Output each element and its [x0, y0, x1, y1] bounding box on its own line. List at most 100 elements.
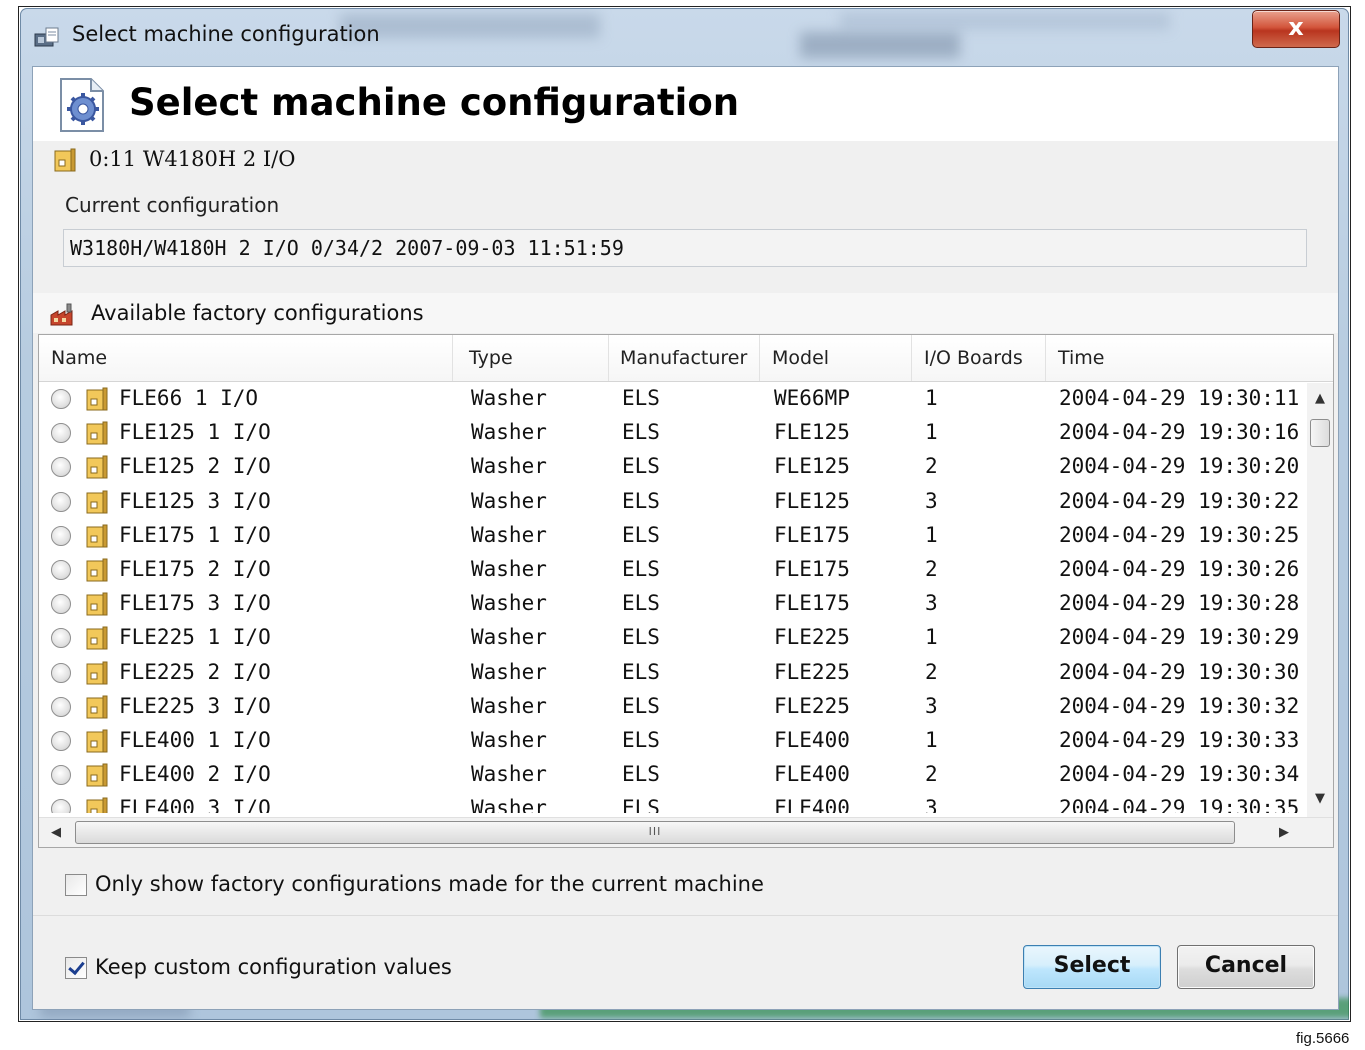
select-button[interactable]: Select — [1023, 945, 1161, 989]
dialog-window: Select machine configuration x Select ma… — [20, 8, 1349, 1020]
row-radio-button[interactable] — [51, 799, 71, 813]
cell-io-boards: 1 — [925, 625, 938, 650]
cell-name: FLE400 2 I/O — [119, 762, 271, 787]
close-button[interactable]: x — [1252, 10, 1340, 48]
cancel-button[interactable]: Cancel — [1177, 945, 1315, 989]
cell-time: 2004-04-29 19:30:32 — [1059, 693, 1300, 718]
table-row[interactable]: FLE400 3 I/O Washer ELS FLE400 3 2004-04-29 1… — [39, 793, 1307, 813]
cell-name: FLE225 2 I/O — [119, 659, 271, 684]
scroll-down-arrow-icon[interactable]: ▼ — [1307, 787, 1333, 811]
row-radio-button[interactable] — [51, 423, 71, 444]
column-header-model[interactable]: Model — [760, 335, 912, 381]
cell-type: Washer — [471, 454, 547, 479]
table-row[interactable]: FLE400 2 I/O Washer ELS FLE400 2 2004-04-29 1… — [39, 759, 1307, 793]
available-configs-label: Available factory configurations — [91, 301, 424, 325]
column-header-type[interactable]: Type — [457, 335, 609, 381]
cell-manufacturer: ELS — [622, 557, 660, 581]
machine-box-icon — [86, 387, 108, 411]
cell-model: FLE125 — [774, 420, 850, 445]
cell-model: FLE400 — [774, 728, 850, 752]
scroll-left-arrow-icon[interactable]: ◀ — [43, 818, 69, 847]
cell-io-boards: 3 — [925, 693, 938, 718]
column-header-manufacturer[interactable]: Manufacturer — [608, 335, 760, 381]
row-radio-button[interactable] — [51, 594, 71, 615]
vertical-scrollbar[interactable]: ▲ ▼ — [1307, 383, 1333, 817]
column-header-name[interactable]: Name — [39, 335, 453, 381]
horizontal-scroll-thumb[interactable]: III — [75, 821, 1235, 844]
table-row[interactable]: FLE225 3 I/O Washer ELS FLE225 3 2004-04-29 1… — [39, 691, 1307, 725]
vertical-scroll-thumb[interactable] — [1310, 419, 1330, 447]
table-row[interactable]: FLE175 1 I/O Washer ELS FLE175 1 2004-04-29 1… — [39, 520, 1307, 554]
machine-box-icon — [86, 797, 108, 813]
row-radio-button[interactable] — [51, 491, 71, 512]
machine-box-icon — [86, 729, 108, 753]
cell-name: FLE175 2 I/O — [119, 557, 271, 581]
row-radio-button[interactable] — [51, 389, 71, 409]
separator — [33, 915, 1338, 916]
cell-time: 2004-04-29 19:30:26 — [1059, 557, 1300, 581]
dialog-heading: Select machine configuration — [129, 81, 740, 124]
cell-type: Washer — [471, 386, 547, 410]
keep-custom-checkbox[interactable] — [65, 957, 87, 979]
scroll-up-arrow-icon[interactable]: ▲ — [1307, 387, 1333, 411]
row-radio-button[interactable] — [51, 765, 71, 786]
factory-config-list[interactable]: Name Type Manufacturer Model I/O Boards … — [38, 334, 1334, 848]
cell-model: FLE175 — [774, 522, 850, 547]
list-header: Name Type Manufacturer Model I/O Boards … — [39, 335, 1333, 382]
header-band: Select machine configuration — [33, 67, 1338, 141]
row-radio-button[interactable] — [51, 560, 71, 580]
table-row[interactable]: FLE175 2 I/O Washer ELS FLE175 2 2004-04-29 1… — [39, 554, 1307, 588]
machine-box-icon — [86, 661, 108, 685]
cell-manufacturer: ELS — [622, 522, 660, 547]
cell-manufacturer: ELS — [622, 625, 660, 650]
cell-manufacturer: ELS — [622, 454, 660, 479]
column-header-time[interactable]: Time — [1046, 335, 1333, 381]
cell-io-boards: 3 — [925, 488, 938, 513]
current-config-field[interactable]: W3180H/W4180H 2 I/O 0/34/2 2007-09-03 11… — [63, 229, 1307, 267]
table-row[interactable]: FLE125 3 I/O Washer ELS FLE125 3 2004-04-29 1… — [39, 486, 1307, 520]
only-current-checkbox[interactable] — [65, 874, 87, 896]
table-row[interactable]: FLE125 2 I/O Washer ELS FLE125 2 2004-04-29 1… — [39, 451, 1307, 485]
cell-manufacturer: ELS — [622, 728, 660, 752]
list-rows: FLE66 1 I/O Washer ELS WE66MP 1 2004-04-29 19… — [39, 383, 1307, 813]
table-row[interactable]: FLE225 1 I/O Washer ELS FLE225 1 2004-04-29 1… — [39, 622, 1307, 656]
column-header-io-boards[interactable]: I/O Boards — [912, 335, 1046, 381]
scroll-right-arrow-icon[interactable]: ▶ — [1271, 818, 1297, 847]
machine-box-icon — [86, 626, 108, 650]
cell-io-boards: 2 — [925, 557, 938, 581]
title-bar[interactable]: Select machine configuration x — [20, 8, 1349, 64]
current-config-label: Current configuration — [65, 193, 280, 217]
cell-io-boards: 3 — [925, 591, 938, 616]
cell-model: FLE400 — [774, 762, 850, 787]
cell-time: 2004-04-29 19:30:20 — [1059, 454, 1300, 479]
cell-type: Washer — [471, 728, 547, 752]
cell-model: FLE400 — [774, 796, 850, 813]
cell-time: 2004-04-29 19:30:22 — [1059, 488, 1300, 513]
cell-name: FLE175 3 I/O — [119, 591, 271, 616]
table-row[interactable]: FLE400 1 I/O Washer ELS FLE400 1 2004-04-29 1… — [39, 725, 1307, 759]
cell-type: Washer — [471, 693, 547, 718]
horizontal-scrollbar[interactable]: ◀ III ▶ — [39, 817, 1333, 847]
dialog-client-area: Select machine configuration 0:11 W4180H… — [32, 66, 1339, 1010]
cell-type: Washer — [471, 625, 547, 650]
cell-manufacturer: ELS — [622, 796, 660, 813]
row-radio-button[interactable] — [51, 525, 71, 546]
table-row[interactable]: FLE175 3 I/O Washer ELS FLE175 3 2004-04-29 1… — [39, 588, 1307, 622]
cell-io-boards: 2 — [925, 659, 938, 684]
row-radio-button[interactable] — [51, 731, 71, 751]
cell-name: FLE125 1 I/O — [119, 420, 271, 445]
row-radio-button[interactable] — [51, 457, 71, 478]
cell-manufacturer: ELS — [622, 488, 660, 513]
row-radio-button[interactable] — [51, 662, 71, 683]
table-row[interactable]: FLE125 1 I/O Washer ELS FLE125 1 2004-04-29 1… — [39, 417, 1307, 451]
row-radio-button[interactable] — [51, 696, 71, 717]
only-current-label[interactable]: Only show factory configurations made fo… — [95, 872, 764, 896]
table-row[interactable]: FLE225 2 I/O Washer ELS FLE225 2 2004-04-29 1… — [39, 657, 1307, 691]
cell-io-boards: 2 — [925, 762, 938, 787]
cell-type: Washer — [471, 591, 547, 616]
machine-box-icon — [86, 455, 108, 479]
row-radio-button[interactable] — [51, 628, 71, 649]
table-row[interactable]: FLE66 1 I/O Washer ELS WE66MP 1 2004-04-29 19… — [39, 383, 1307, 417]
keep-custom-label[interactable]: Keep custom configuration values — [95, 955, 452, 979]
cell-name: FLE400 3 I/O — [119, 796, 271, 813]
